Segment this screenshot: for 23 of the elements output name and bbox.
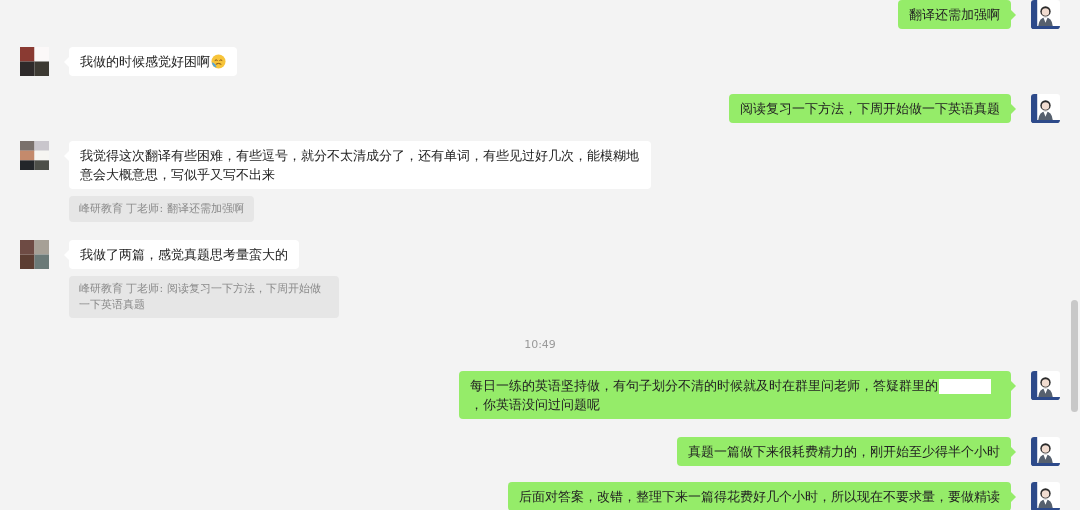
message-bubble: 翻译还需加强啊 [898, 0, 1011, 29]
avatar-icon [20, 47, 49, 76]
message-bubble: 我做的时候感觉好困啊 [69, 47, 237, 76]
timestamp: 10:49 [524, 338, 556, 351]
quoted-message: 峰研教育 丁老师: 阅读复习一下方法，下周开始做一下英语真题 [69, 276, 339, 318]
scrollbar-thumb[interactable] [1071, 300, 1078, 412]
avatar-icon [1031, 371, 1060, 400]
avatar-icon [20, 141, 49, 170]
avatar-icon [1031, 437, 1060, 466]
message-bubble: 我做了两篇，感觉真题思考量蛮大的 [69, 240, 299, 269]
message-bubble: 我觉得这次翻译有些困难，有些逗号，就分不太清成分了，还有单词，有些见过好几次，能模糊地意会大概意思，写似乎又写不出来 [69, 141, 651, 189]
bubble-tail [1011, 492, 1016, 502]
avatar-icon [1031, 94, 1060, 123]
quoted-message: 峰研教育 丁老师: 翻译还需加强啊 [69, 196, 254, 222]
bubble-tail [1011, 381, 1016, 391]
avatar-icon [20, 240, 49, 269]
message-bubble: 后面对答案，改错，整理下来一篇得花费好几个小时，所以现在不要求量，要做精读 [508, 482, 1011, 510]
bubble-tail [1011, 104, 1016, 114]
message-bubble: 阅读复习一下方法，下周开始做一下英语真题 [729, 94, 1011, 123]
message-bubble: 每日一练的英语坚持做，有句子划分不清的时候就及时在群里问老师，答疑群里的 ，你英语没问过问题呢 [459, 371, 1011, 419]
bubble-tail [1011, 10, 1016, 20]
message-bubble: 真题一篇做下来很耗费精力的，刚开始至少得半个小时 [677, 437, 1011, 466]
bubble-tail [1011, 447, 1016, 457]
